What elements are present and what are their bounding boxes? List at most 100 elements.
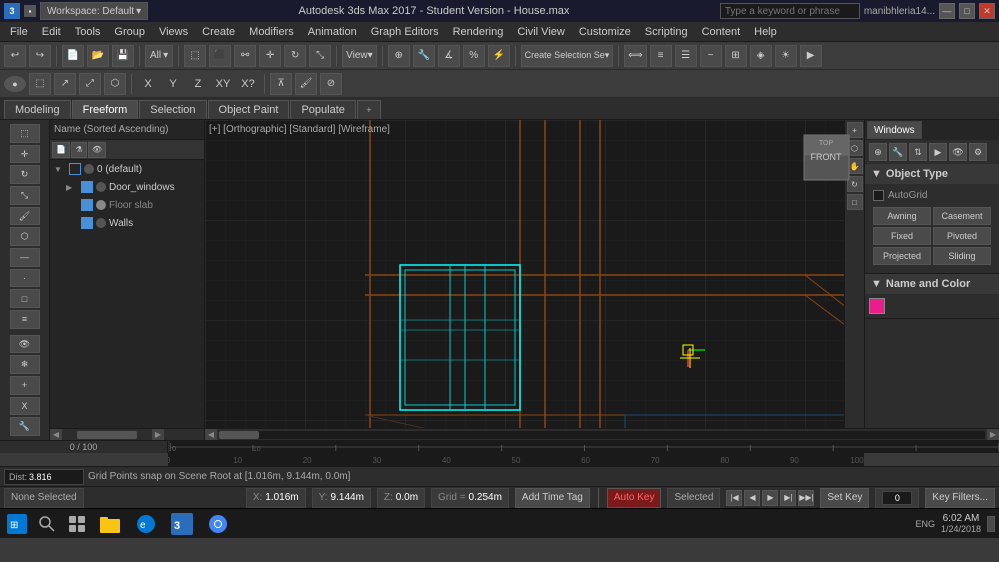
- rotate-button[interactable]: ↻: [284, 45, 306, 67]
- taskbar-file-explorer[interactable]: [94, 511, 126, 537]
- sidebar-btn-ribbon[interactable]: ≡: [10, 310, 40, 329]
- hscroll-thumb[interactable]: [219, 431, 259, 439]
- scene-item-default[interactable]: ▼ 0 (default): [50, 160, 204, 178]
- viewport-hscroll[interactable]: ◀ ▶: [205, 428, 999, 440]
- start-button[interactable]: ⊞: [4, 511, 30, 537]
- viewport[interactable]: [+] [Orthographic] [Standard] [Wireframe…: [205, 120, 864, 428]
- align-button[interactable]: ≡: [650, 45, 672, 67]
- sidebar-btn-display[interactable]: 👁: [10, 335, 40, 354]
- tb2-erase-button[interactable]: ⊘: [320, 73, 342, 95]
- menu-file[interactable]: File: [4, 24, 34, 40]
- pivot-button[interactable]: ⊕: [388, 45, 410, 67]
- scene-item-walls[interactable]: Walls: [50, 214, 204, 232]
- tb2-btn4[interactable]: ⬡: [104, 73, 126, 95]
- lasso-button[interactable]: ⚯: [234, 45, 256, 67]
- sidebar-btn-helper[interactable]: +: [10, 376, 40, 395]
- create-sel-btn[interactable]: Create Selection Se▾: [521, 45, 614, 67]
- taskbar-search[interactable]: [34, 511, 60, 537]
- material-button[interactable]: ◈: [750, 45, 772, 67]
- menu-civil-view[interactable]: Civil View: [511, 24, 570, 40]
- scroll-right[interactable]: ▶: [152, 429, 164, 441]
- render-button[interactable]: ▶: [800, 45, 822, 67]
- angle-snap-button[interactable]: ∡: [438, 45, 460, 67]
- sidebar-btn-move[interactable]: ✛: [10, 145, 40, 164]
- hscroll-right[interactable]: ▶: [987, 429, 999, 441]
- rp-icon-create[interactable]: ⊕: [869, 143, 887, 161]
- menu-help[interactable]: Help: [748, 24, 783, 40]
- goto-start-button[interactable]: |◀: [726, 490, 742, 506]
- auto-key-button[interactable]: Auto Key: [607, 488, 662, 508]
- tab-modeling[interactable]: Modeling: [4, 100, 71, 119]
- new-scene-button[interactable]: 📄: [62, 45, 84, 67]
- object-type-header[interactable]: ▼ Object Type: [865, 164, 999, 184]
- mirror-button[interactable]: ⟺: [624, 45, 646, 67]
- taskbar-3dsmax[interactable]: 3: [166, 511, 198, 537]
- scene-item-floor[interactable]: Floor slab: [50, 196, 204, 214]
- menu-rendering[interactable]: Rendering: [447, 24, 510, 40]
- tb2-btn3[interactable]: ⤢: [79, 73, 101, 95]
- goto-end-button[interactable]: ▶▶|: [798, 490, 814, 506]
- menu-edit[interactable]: Edit: [36, 24, 67, 40]
- tb2-conform-button[interactable]: ⊼: [270, 73, 292, 95]
- sidebar-btn-paint[interactable]: 🖌: [10, 207, 40, 226]
- sidebar-btn-snap[interactable]: 🔧: [10, 417, 40, 436]
- next-frame-button[interactable]: ▶|: [780, 490, 796, 506]
- scene-display-button[interactable]: 👁: [88, 142, 106, 158]
- sidebar-btn-element[interactable]: □: [10, 289, 40, 308]
- sidebar-btn-vertex[interactable]: ·: [10, 269, 40, 288]
- menu-create[interactable]: Create: [196, 24, 241, 40]
- frame-input[interactable]: [882, 491, 912, 505]
- scale-button[interactable]: ⤡: [309, 45, 331, 67]
- type-casement[interactable]: Casement: [933, 207, 991, 225]
- scene-item-door-windows[interactable]: ▶ Door_windows: [50, 178, 204, 196]
- rp-icon-motion[interactable]: ▶: [929, 143, 947, 161]
- type-projected[interactable]: Projected: [873, 247, 931, 265]
- tab-selection[interactable]: Selection: [139, 100, 206, 119]
- tb2-btn2[interactable]: ↗: [54, 73, 76, 95]
- menu-content[interactable]: Content: [696, 24, 747, 40]
- maximize-button[interactable]: □: [959, 3, 975, 19]
- snap-button[interactable]: 🔧: [413, 45, 435, 67]
- rp-tab-windows[interactable]: Windows: [867, 121, 922, 139]
- autogrid-checkbox[interactable]: [873, 190, 884, 201]
- sidebar-btn-scale[interactable]: ⤡: [10, 186, 40, 205]
- menu-tools[interactable]: Tools: [69, 24, 107, 40]
- key-filters-button[interactable]: Key Filters...: [925, 488, 995, 508]
- taskbar-task-view[interactable]: [64, 511, 90, 537]
- workspace-dropdown[interactable]: Workspace: Default▾: [40, 2, 148, 20]
- minimize-button[interactable]: —: [939, 3, 955, 19]
- sidebar-btn-edge[interactable]: —: [10, 248, 40, 267]
- rp-icon-utilities[interactable]: ⚙: [969, 143, 987, 161]
- menu-views[interactable]: Views: [153, 24, 194, 40]
- spinner-snap-button[interactable]: ⚡: [488, 45, 510, 67]
- taskbar-browser[interactable]: e: [130, 511, 162, 537]
- rp-icon-hierarchy[interactable]: ⇅: [909, 143, 927, 161]
- redo-button[interactable]: ↪: [29, 45, 51, 67]
- percent-snap-button[interactable]: %: [463, 45, 485, 67]
- show-desktop-button[interactable]: [987, 516, 995, 532]
- scene-filter-button[interactable]: ⚗: [71, 142, 87, 158]
- sidebar-btn-rotate[interactable]: ↻: [10, 165, 40, 184]
- tab-add-button[interactable]: +: [357, 100, 381, 119]
- menu-group[interactable]: Group: [108, 24, 151, 40]
- menu-modifiers[interactable]: Modifiers: [243, 24, 300, 40]
- hscroll-track[interactable]: [219, 431, 985, 439]
- tab-freeform[interactable]: Freeform: [72, 100, 139, 119]
- set-key-button[interactable]: Set Key: [820, 488, 869, 508]
- undo-button[interactable]: ↩: [4, 45, 26, 67]
- close-button[interactable]: ✕: [979, 3, 995, 19]
- scroll-left[interactable]: ◀: [50, 429, 62, 441]
- timeline-track[interactable]: 0 10: [170, 441, 999, 453]
- view-btn[interactable]: View▾: [342, 45, 377, 67]
- scroll-thumb[interactable]: [77, 431, 137, 439]
- prev-frame-button[interactable]: ◀: [744, 490, 760, 506]
- save-button[interactable]: 💾: [112, 45, 134, 67]
- scene-new-button[interactable]: 📄: [52, 142, 70, 158]
- vp-maximize-button[interactable]: □: [847, 194, 863, 210]
- h-scrollbar[interactable]: ◀ ▶: [50, 428, 204, 440]
- hscroll-left[interactable]: ◀: [205, 429, 217, 441]
- type-awning[interactable]: Awning: [873, 207, 931, 225]
- render-setup-button[interactable]: ☀: [775, 45, 797, 67]
- rp-icon-display[interactable]: 👁: [949, 143, 967, 161]
- select-region-button[interactable]: ⬛: [209, 45, 231, 67]
